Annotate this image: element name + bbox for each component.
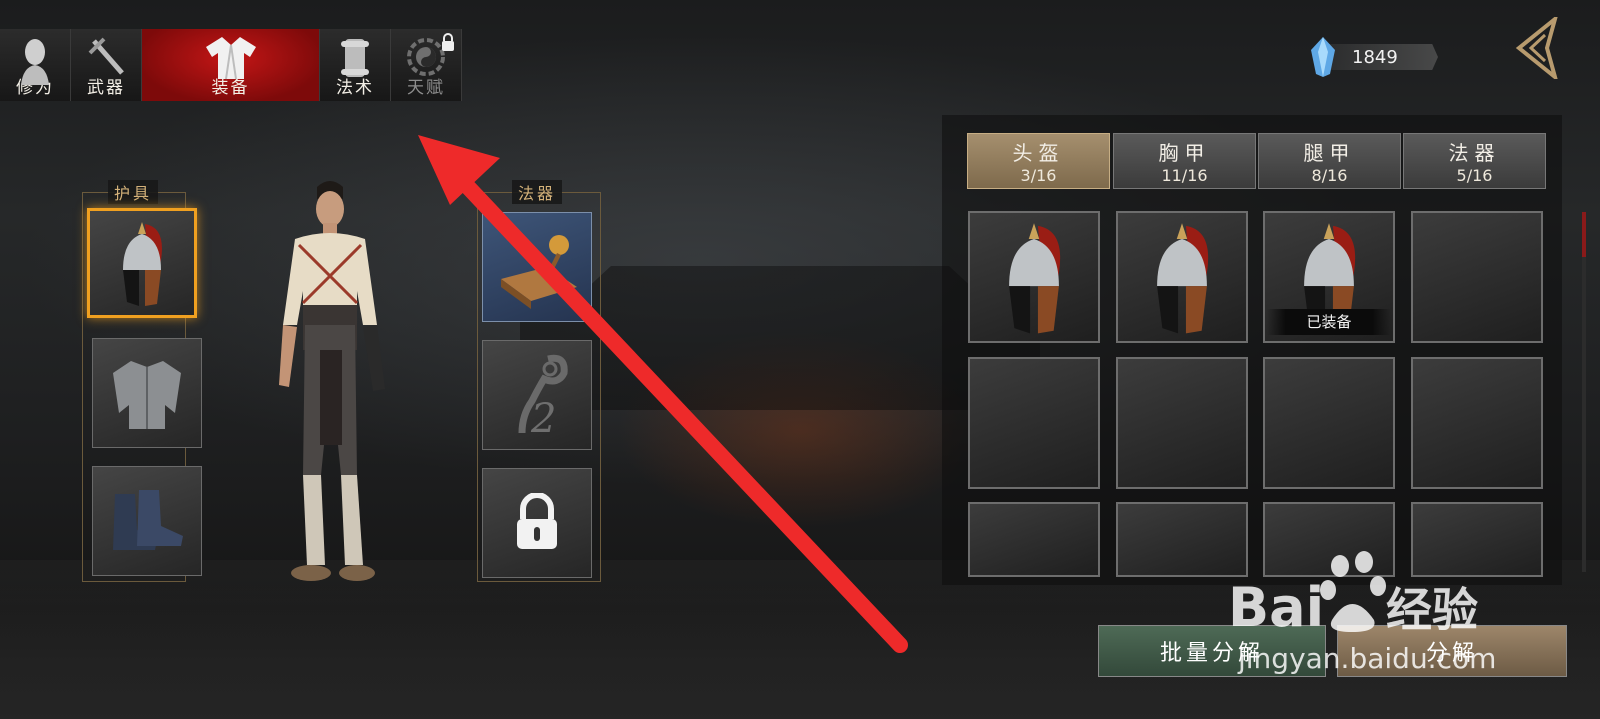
inventory-cell-empty[interactable]	[1263, 357, 1395, 489]
category-label: 头盔	[1012, 141, 1065, 165]
inventory-cell-empty[interactable]	[1411, 211, 1543, 343]
category-tab-helmet[interactable]: 头盔 3/16	[967, 133, 1110, 189]
inventory-cell-empty[interactable]	[1411, 357, 1543, 489]
chest-armor-icon	[113, 361, 181, 429]
tab-equipment[interactable]: 装备	[142, 29, 320, 101]
category-count: 8/16	[1311, 166, 1348, 185]
inventory-cell-empty[interactable]	[1116, 357, 1248, 489]
tab-talent[interactable]: 天赋	[391, 29, 462, 101]
artifact-column-title: 法器	[512, 180, 563, 204]
seal-stamp-icon	[501, 235, 577, 309]
category-label: 法器	[1448, 141, 1501, 165]
padlock-icon	[517, 493, 557, 549]
lock-badge-icon	[442, 33, 454, 51]
category-label: 腿甲	[1303, 141, 1356, 165]
helmet-icon	[1157, 223, 1209, 334]
category-tab-legs[interactable]: 腿甲 8/16	[1258, 133, 1401, 189]
inventory-scrollbar[interactable]	[1582, 212, 1586, 572]
crystal-gem-icon	[1311, 37, 1335, 77]
inventory-cell-empty[interactable]	[968, 502, 1100, 577]
category-count: 3/16	[1020, 166, 1057, 185]
category-tab-chest[interactable]: 胸甲 11/16	[1113, 133, 1256, 189]
inventory-cell-empty[interactable]	[1263, 502, 1395, 577]
armor-slot-boots[interactable]	[92, 466, 202, 576]
category-tab-artifact[interactable]: 法器 5/16	[1403, 133, 1546, 189]
scroll-icon	[341, 39, 369, 77]
equipped-tag: 已装备	[1267, 309, 1391, 335]
inventory-cell[interactable]	[968, 211, 1100, 343]
cultivation-head-icon	[21, 39, 49, 85]
inventory-cell-empty[interactable]	[1411, 502, 1543, 577]
category-count: 5/16	[1456, 166, 1493, 185]
currency-display: 1849	[1300, 37, 1440, 77]
scrollbar-thumb[interactable]	[1582, 212, 1586, 257]
tab-spell[interactable]: 法术	[320, 29, 391, 101]
helmet-icon	[1009, 223, 1061, 334]
armor-slot-helmet[interactable]	[87, 208, 197, 318]
category-label: 胸甲	[1158, 141, 1211, 165]
artifact-slot-2[interactable]: 2	[482, 340, 592, 450]
top-tab-bar: 修为 武器 装备 法术 天赋	[0, 29, 462, 101]
helmet-icon	[123, 222, 162, 306]
armor-column-title: 护具	[108, 180, 159, 204]
boots-icon	[113, 490, 183, 550]
inventory-cell-empty[interactable]	[968, 357, 1100, 489]
robe-icon	[205, 37, 256, 80]
inventory-cell-empty[interactable]	[1116, 502, 1248, 577]
artifact-slot-seal[interactable]	[482, 212, 592, 322]
character-model	[279, 181, 385, 581]
inventory-cell-equipped[interactable]: 已装备	[1263, 211, 1395, 343]
tab-weapon[interactable]: 武器	[71, 29, 142, 101]
inventory-cell[interactable]	[1116, 211, 1248, 343]
category-count: 11/16	[1161, 166, 1208, 185]
disassemble-button[interactable]: 分解	[1337, 625, 1567, 677]
artifact-slot-number: 2	[531, 396, 557, 442]
sword-icon	[88, 37, 124, 75]
artifact-slot-locked[interactable]	[482, 468, 592, 578]
bulk-disassemble-button[interactable]: 批量分解	[1098, 625, 1326, 677]
armor-slot-chest[interactable]	[92, 338, 202, 448]
currency-amount: 1849	[1352, 46, 1398, 68]
tab-cultivation[interactable]: 修为	[0, 29, 71, 101]
back-button[interactable]	[1515, 17, 1561, 79]
